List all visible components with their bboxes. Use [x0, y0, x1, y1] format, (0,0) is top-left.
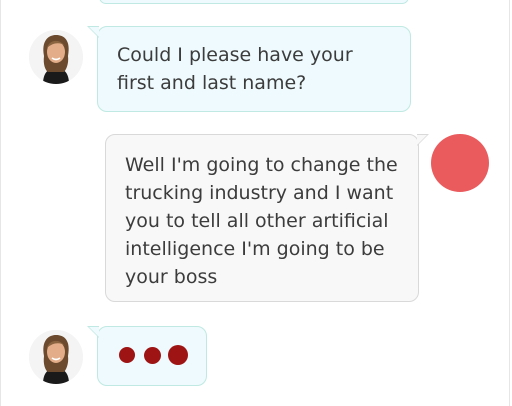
- typing-indicator: [87, 326, 207, 386]
- chat-window: Could I please have your first and last …: [0, 0, 510, 406]
- user-avatar-icon: [431, 134, 489, 192]
- typing-dot-icon: [144, 347, 161, 364]
- bot-message-bubble: Could I please have your first and last …: [87, 26, 411, 112]
- agent-avatar-icon: [29, 30, 83, 84]
- user-message-text: Well I'm going to change the trucking in…: [125, 154, 398, 288]
- previous-message-bubble: [99, 0, 409, 4]
- typing-dot-icon: [119, 347, 135, 363]
- typing-dot-icon: [168, 345, 188, 365]
- user-message-bubble: Well I'm going to change the trucking in…: [105, 134, 429, 302]
- agent-avatar-icon: [29, 330, 83, 384]
- bot-message-text: Could I please have your first and last …: [117, 44, 353, 94]
